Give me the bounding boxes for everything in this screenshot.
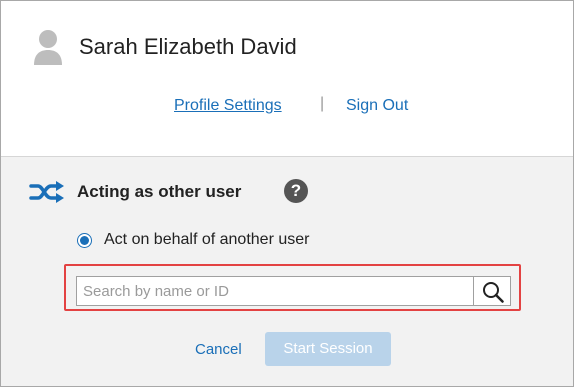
user-name: Sarah Elizabeth David [79, 34, 297, 59]
link-divider: | [320, 95, 325, 112]
shuffle-icon [29, 181, 65, 203]
act-on-behalf-radio[interactable] [77, 233, 92, 248]
acting-title: Acting as other user [77, 182, 242, 201]
radio-selected-dot [80, 236, 89, 245]
user-section: Sarah Elizabeth David Profile Settings |… [1, 1, 573, 157]
search-button[interactable] [473, 276, 511, 306]
sign-out-link[interactable]: Sign Out [346, 97, 408, 115]
search-input[interactable] [76, 276, 474, 306]
user-menu-panel: Sarah Elizabeth David Profile Settings |… [0, 0, 574, 387]
cancel-link[interactable]: Cancel [195, 341, 242, 358]
search-icon [483, 282, 504, 303]
help-icon[interactable]: ? [284, 179, 308, 203]
user-silhouette-icon [33, 29, 63, 67]
act-on-behalf-label[interactable]: Act on behalf of another user [104, 231, 309, 249]
acting-as-section: Acting as other user ? Act on behalf of … [1, 157, 573, 386]
start-session-button[interactable]: Start Session [265, 332, 391, 366]
profile-settings-link[interactable]: Profile Settings [174, 97, 282, 115]
